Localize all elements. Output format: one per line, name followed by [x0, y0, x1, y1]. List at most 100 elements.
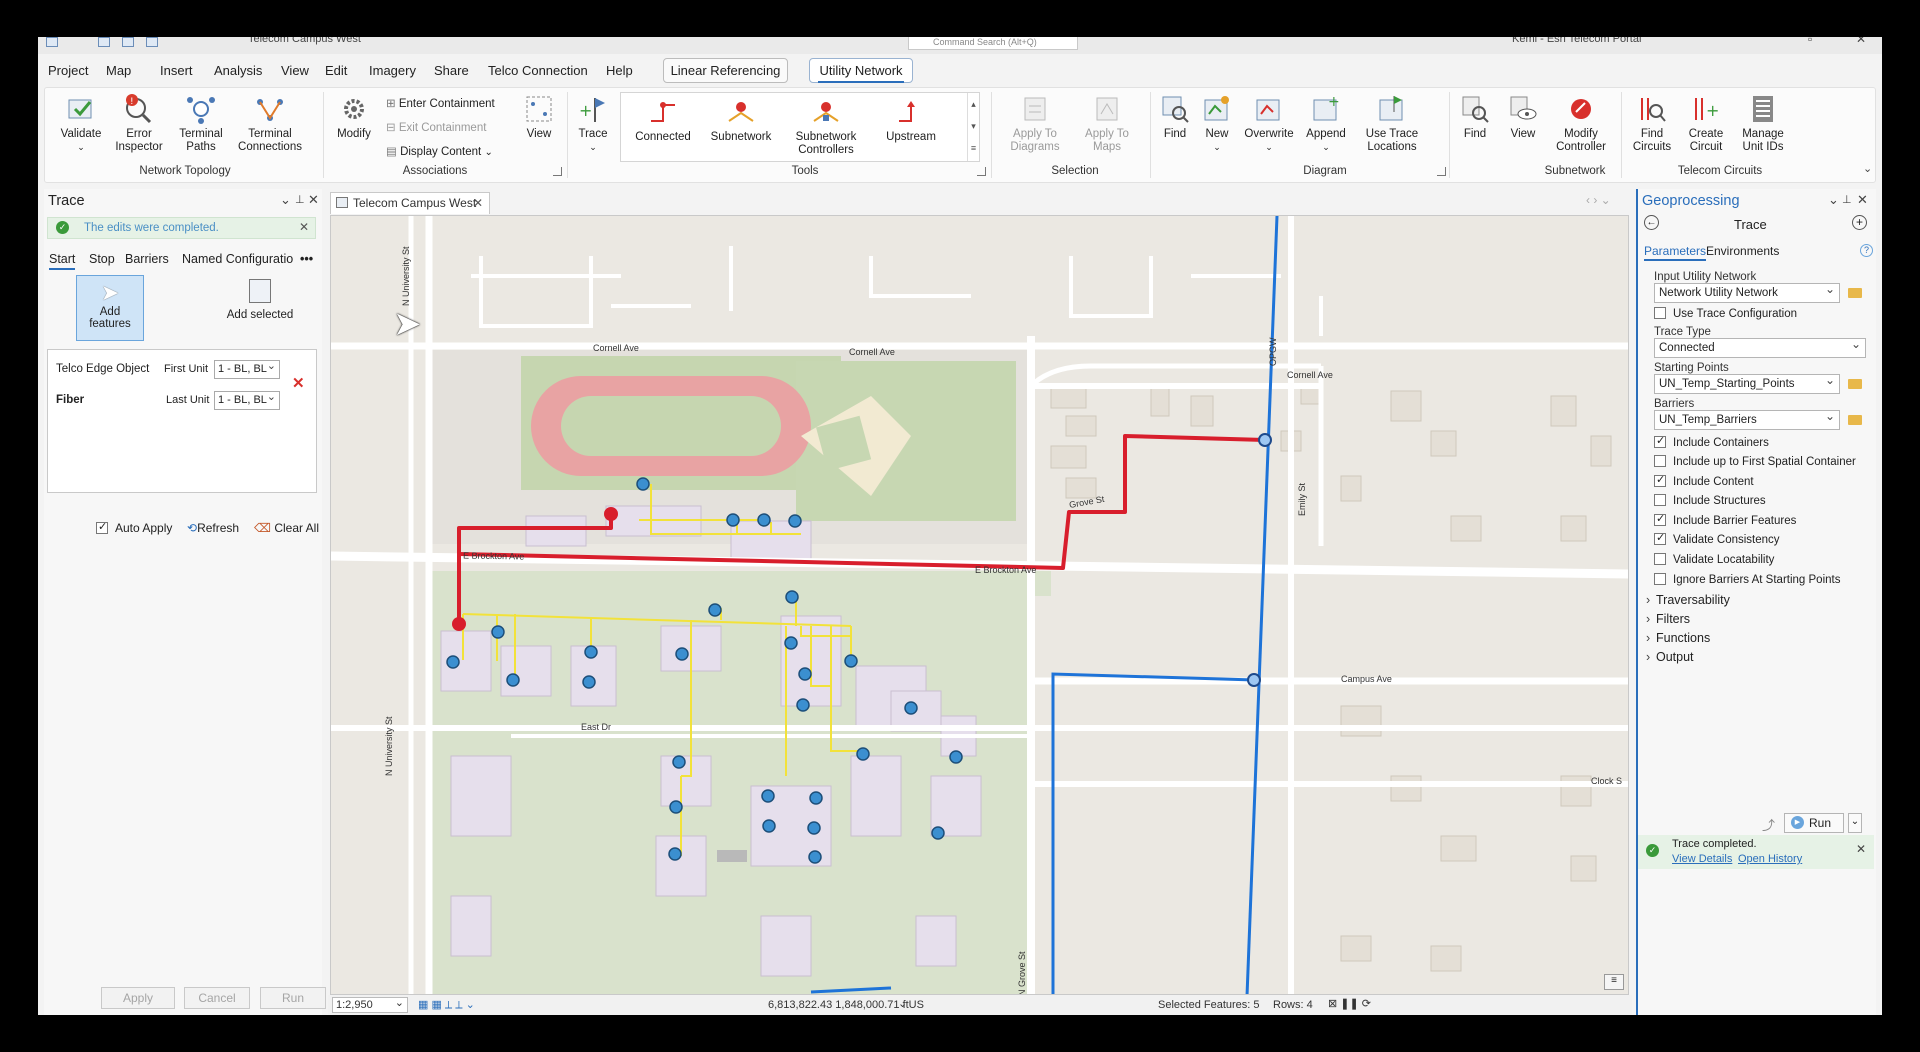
subnetwork-controllers-trace-button[interactable]: Subnetwork Controllers [785, 97, 867, 157]
validate-locatability-checkbox[interactable]: Validate Locatability [1654, 553, 1774, 566]
include-barrier-features-checkbox[interactable]: Include Barrier Features [1654, 512, 1796, 527]
include-containers-checkbox[interactable]: Include Containers [1654, 434, 1769, 449]
scale-select[interactable]: 1:2,950 ⌄ [332, 997, 408, 1013]
ignore-barriers-checkbox[interactable]: Ignore Barriers At Starting Points [1654, 573, 1840, 586]
starting-points-select[interactable]: UN_Temp_Starting_Points [1654, 371, 1840, 394]
run-options-chevron-icon[interactable]: ⌄ [1848, 813, 1862, 833]
map-overlay-toggle-icon[interactable]: ≡ [1604, 974, 1624, 990]
first-unit-select[interactable]: 1 - BL, BL [214, 358, 280, 379]
last-unit-select[interactable]: 1 - BL, BL [214, 389, 280, 410]
gp-close-icon[interactable]: ✕ [1857, 192, 1868, 208]
menu-map[interactable]: Map [106, 63, 131, 78]
layout-tools-icon[interactable]: ▦ ▦ ⟂ ⟂ ⌄ [418, 998, 475, 1012]
close-pane-icon[interactable]: ✕ [308, 192, 319, 208]
add-selected-button[interactable]: Add selected [220, 279, 300, 321]
menu-project[interactable]: Project [48, 63, 88, 78]
command-search-input[interactable]: Command Search (Alt+Q) [908, 37, 1078, 50]
trace-type-select[interactable]: Connected [1654, 335, 1866, 358]
run-options-icon[interactable]: ⤴ [1762, 815, 1775, 834]
find-circuits-button[interactable]: Find Circuits [1627, 94, 1677, 154]
pane-menu-chevron-icon[interactable]: ⌄ [280, 192, 291, 208]
section-filters[interactable]: Filters [1646, 612, 1690, 626]
run-button[interactable]: ▶ Run [1784, 813, 1844, 833]
tab-environments[interactable]: Environments [1706, 244, 1779, 258]
display-content-button[interactable]: ▤ Display Content ⌄ [386, 144, 493, 158]
validate-consistency-checkbox[interactable]: Validate Consistency [1654, 531, 1780, 546]
create-circuit-button[interactable]: + Create Circuit [1681, 94, 1731, 154]
context-tab-linear-referencing[interactable]: Linear Referencing [663, 58, 788, 83]
clear-all-button[interactable]: ⌫ Clear All [254, 521, 319, 535]
menu-share[interactable]: Share [434, 63, 469, 78]
dismiss-message-icon[interactable]: ✕ [299, 220, 309, 234]
pin-icon[interactable]: ⊥ [295, 193, 305, 206]
tab-barriers[interactable]: Barriers [125, 252, 169, 266]
open-history-link[interactable]: Open History [1738, 853, 1802, 865]
include-structures-checkbox[interactable]: Include Structures [1654, 494, 1766, 507]
save-icon[interactable] [146, 37, 158, 47]
dismiss-status-icon[interactable]: ✕ [1856, 842, 1866, 856]
associations-view-button[interactable]: View [521, 94, 557, 141]
menu-telco-connection[interactable]: Telco Connection [488, 63, 588, 78]
upstream-trace-button[interactable]: Upstream [879, 97, 943, 144]
menu-edit[interactable]: Edit [325, 63, 347, 78]
input-network-select[interactable]: Network Utility Network [1654, 280, 1840, 303]
diagram-new-button[interactable]: New ⌄ [1197, 94, 1237, 154]
close-map-tab-icon[interactable]: ✕ [473, 193, 483, 213]
use-trace-config-checkbox[interactable]: Use Trace Configuration [1654, 307, 1797, 320]
trace-end-point-icon[interactable] [452, 617, 466, 631]
tab-named-configurations[interactable]: Named Configuratio [182, 252, 293, 266]
diagram-find-button[interactable]: Find [1155, 94, 1195, 141]
terminal-connections-button[interactable]: Terminal Connections [235, 94, 305, 154]
subnetwork-find-button[interactable]: Find [1453, 94, 1497, 141]
tools-launcher-icon[interactable] [977, 167, 986, 176]
subnetwork-view-button[interactable]: View [1501, 94, 1545, 141]
section-output[interactable]: Output [1646, 650, 1694, 664]
trace-button[interactable]: + Trace ⌄ [573, 94, 613, 154]
diagram-overwrite-button[interactable]: Overwrite ⌄ [1241, 94, 1297, 154]
tab-start[interactable]: Start [49, 252, 76, 270]
map-nav-arrows-icon[interactable]: ‹ › ⌄ [1586, 193, 1611, 207]
diagram-append-button[interactable]: + Append ⌄ [1301, 94, 1351, 154]
use-trace-locations-button[interactable]: Use Trace Locations [1357, 94, 1427, 154]
error-inspector-button[interactable]: ! Error Inspector [111, 94, 167, 154]
restore-icon[interactable]: ▫ [1808, 37, 1812, 46]
refresh-button[interactable]: ⟲Refresh [187, 521, 239, 535]
auto-apply-checkbox[interactable]: Auto Apply [96, 520, 172, 535]
new-project-icon[interactable] [98, 37, 110, 47]
gallery-scroll-icon[interactable]: ▴ ▾ ≡ [967, 93, 979, 161]
modify-associations-button[interactable]: Modify [331, 94, 377, 141]
gp-back-icon[interactable]: ← [1644, 215, 1659, 230]
more-tabs-icon[interactable]: ••• [300, 252, 313, 266]
status-tools-icon[interactable]: ⊠ ❚❚ ⟳ [1328, 997, 1371, 1010]
context-tab-utility-network[interactable]: Utility Network [809, 58, 913, 83]
apply-to-diagrams-button[interactable]: Apply To Diagrams [1000, 94, 1070, 154]
section-traversability[interactable]: Traversability [1646, 593, 1730, 607]
validate-button[interactable]: Validate ⌄ [53, 94, 109, 154]
connected-trace-button[interactable]: Connected [631, 97, 695, 144]
map-view[interactable]: Cornell Ave Cornell Ave Cornell Ave E Br… [330, 215, 1629, 995]
section-functions[interactable]: Functions [1646, 631, 1710, 645]
manage-unit-ids-button[interactable]: Manage Unit IDs [1735, 94, 1791, 154]
gp-pin-icon[interactable]: ⊥ [1842, 193, 1852, 206]
associations-launcher-icon[interactable] [553, 167, 562, 176]
menu-view[interactable]: View [281, 63, 309, 78]
menu-imagery[interactable]: Imagery [369, 63, 416, 78]
gp-pane-menu-chevron-icon[interactable]: ⌄ [1828, 192, 1839, 208]
coordinate-units-chevron-icon[interactable]: ⌄ [898, 997, 907, 1010]
browse-folder-icon[interactable] [1848, 288, 1862, 298]
close-window-icon[interactable]: ✕ [1856, 37, 1866, 46]
apply-button[interactable]: Apply [101, 987, 175, 1009]
modify-controller-button[interactable]: Modify Controller [1549, 94, 1613, 154]
enter-containment-button[interactable]: ⊞ Enter Containment [386, 96, 495, 110]
open-project-icon[interactable] [122, 37, 134, 47]
barriers-select[interactable]: UN_Temp_Barriers [1654, 407, 1840, 430]
tab-stop[interactable]: Stop [89, 252, 115, 266]
help-icon[interactable]: ? [1860, 244, 1873, 257]
include-first-spatial-container-checkbox[interactable]: Include up to First Spatial Container [1654, 455, 1856, 468]
browse-folder-icon[interactable] [1848, 379, 1862, 389]
menu-help[interactable]: Help [606, 63, 633, 78]
terminal-paths-button[interactable]: Terminal Paths [173, 94, 229, 154]
view-details-link[interactable]: View Details [1672, 853, 1732, 865]
menu-insert[interactable]: Insert [160, 63, 193, 78]
cancel-button[interactable]: Cancel [184, 987, 250, 1009]
